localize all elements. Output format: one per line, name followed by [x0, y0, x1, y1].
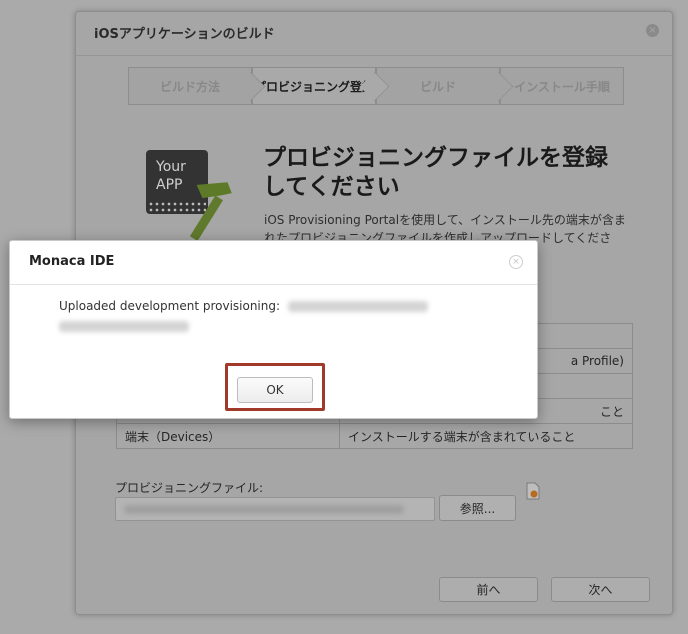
step-label: プロビジョニング登録	[253, 80, 374, 94]
alert-title: Monaca IDE	[29, 254, 115, 269]
step-label: ビルド	[419, 80, 456, 94]
step-install: インストール手順	[500, 67, 624, 105]
table-cell: 端末（Devices）	[116, 423, 340, 449]
alert-message: Uploaded development provisioning:	[59, 296, 499, 336]
redacted-profile-name	[59, 321, 189, 332]
screen: iOSアプリケーションのビルド × ビルド方法 プロビジョニング登録 ビルド イ…	[0, 0, 688, 634]
page-heading: プロビジョニングファイルを登録 してください	[263, 144, 643, 202]
close-icon[interactable]: ×	[646, 24, 659, 37]
alert-divider	[10, 284, 537, 285]
step-indicator: ビルド方法 プロビジョニング登録 ビルド インストール手順	[128, 67, 624, 107]
step-build: ビルド	[376, 67, 514, 105]
provisioning-file-label: プロビジョニングファイル:	[115, 481, 264, 495]
heading-line-1: プロビジョニングファイルを登録	[263, 145, 608, 171]
step-provisioning: プロビジョニング登録	[252, 67, 390, 105]
step-label: ビルド方法	[159, 80, 220, 94]
hammer-icon	[189, 182, 232, 242]
ok-button[interactable]: OK	[237, 377, 313, 403]
previous-button[interactable]: 前へ	[439, 577, 538, 602]
step-build-method: ビルド方法	[128, 67, 266, 105]
redacted-profile-name	[287, 301, 428, 312]
provisioning-file-input[interactable]	[115, 497, 435, 521]
next-button[interactable]: 次へ	[551, 577, 650, 602]
browse-button[interactable]: 参照...	[439, 495, 516, 521]
alert-dialog: Monaca IDE × Uploaded development provis…	[9, 240, 538, 419]
heading-line-2: してください	[263, 174, 400, 200]
table-cell: インストールする端末が含まれていること	[339, 423, 633, 449]
file-icon	[526, 482, 540, 500]
app-icon-text-1: Your	[156, 159, 186, 175]
alert-message-text: Uploaded development provisioning:	[59, 299, 281, 313]
close-icon[interactable]: ×	[509, 255, 523, 269]
table-row: 端末（Devices） インストールする端末が含まれていること	[116, 423, 633, 449]
redacted-filename	[124, 505, 404, 514]
dialog-title: iOSアプリケーションのビルド	[94, 27, 275, 42]
dialog-divider	[76, 55, 672, 56]
step-label: インストール手順	[514, 80, 610, 94]
